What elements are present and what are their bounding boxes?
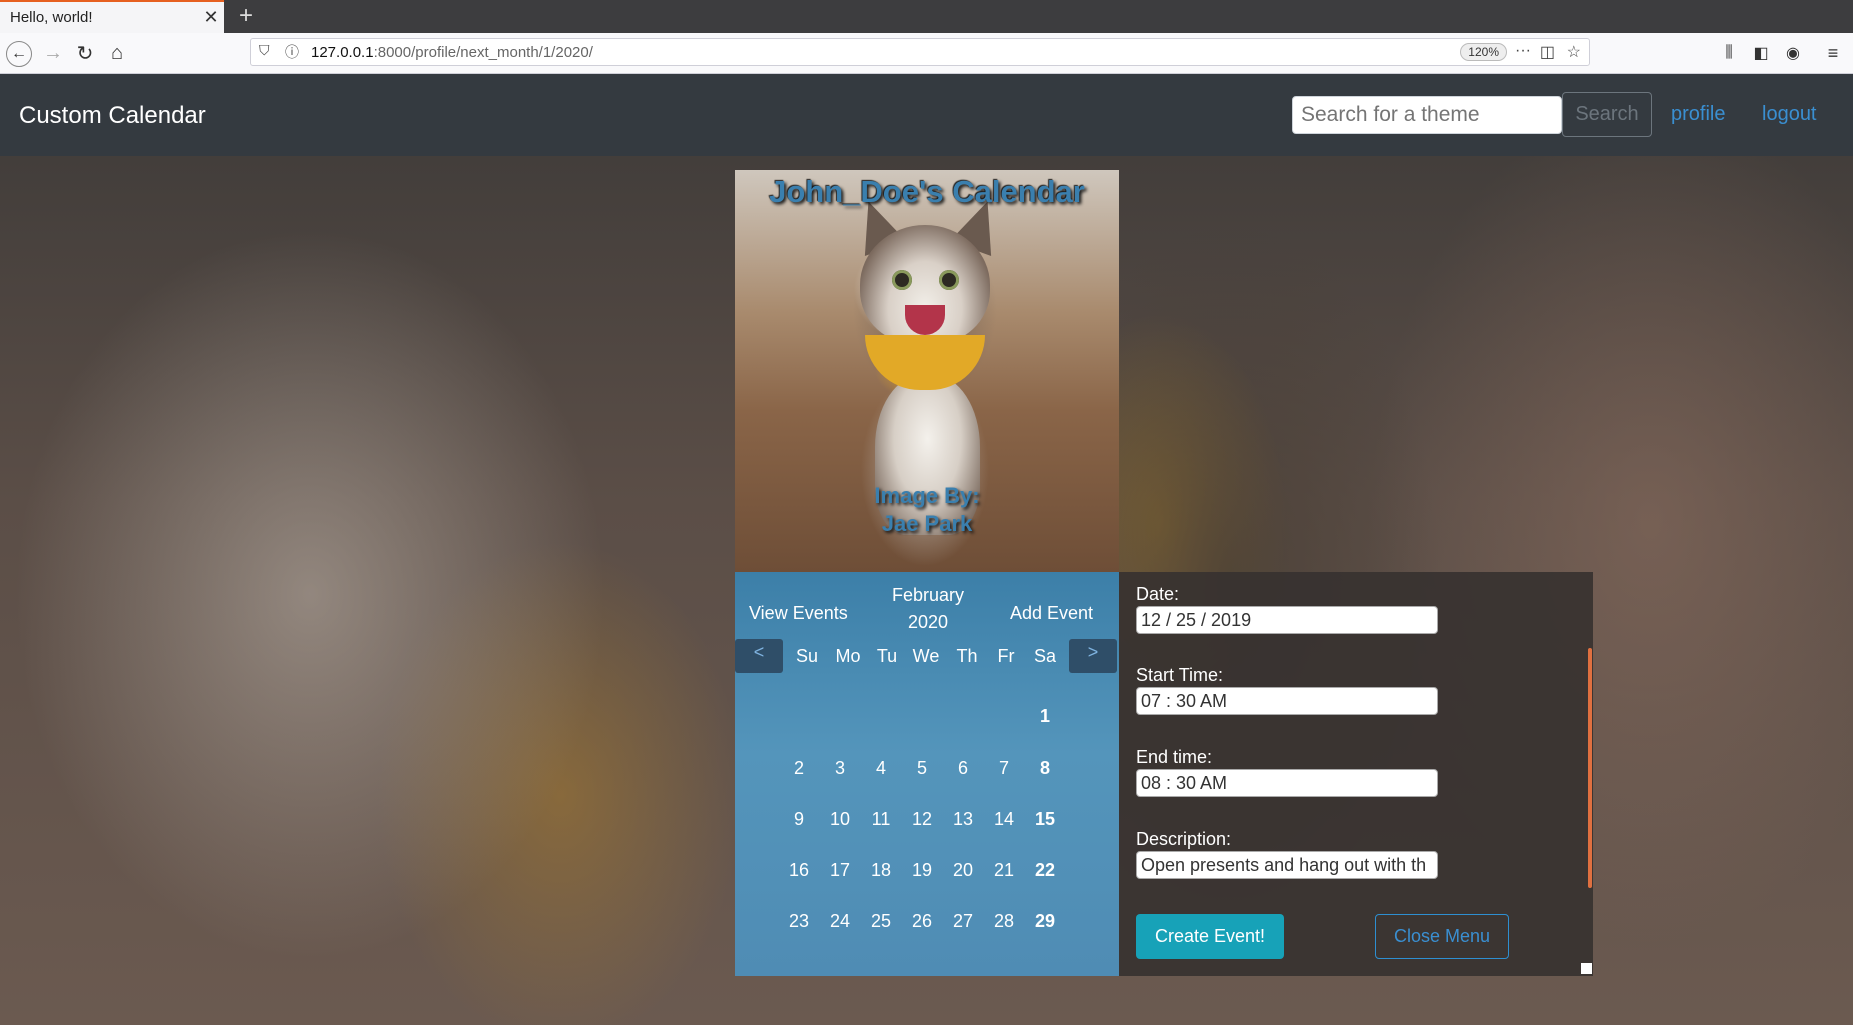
start-time-label: Start Time:	[1136, 665, 1224, 685]
tab-close-icon[interactable]: ✕	[198, 7, 224, 28]
search-button[interactable]: Search	[1562, 92, 1652, 137]
calendar-day[interactable]: 8	[1026, 758, 1064, 779]
calendar-day[interactable]: 4	[862, 758, 900, 779]
calendar-day[interactable]: 1	[1026, 706, 1064, 727]
url-host: 127.0.0.1	[311, 44, 374, 61]
calendar-day[interactable]: 13	[944, 809, 982, 830]
calendar-card: John_Doe's Calendar Image By: Jae Park V…	[735, 170, 1119, 976]
site-navbar: Custom Calendar Search profile logout	[0, 74, 1853, 156]
next-month-button[interactable]: >	[1069, 639, 1117, 673]
more-icon[interactable]: ···	[1515, 42, 1531, 60]
weekday-label: Mo	[835, 646, 861, 666]
brand-title[interactable]: Custom Calendar	[19, 102, 206, 130]
browser-toolbar: ← → ↻ ⌂ ⛉ ⓘ 127.0.0.1:8000/profile/next_…	[0, 33, 1853, 74]
end-time-label: End time:	[1136, 747, 1213, 767]
back-icon[interactable]: ←	[6, 41, 32, 67]
start-time-field[interactable]: 07 : 30 AM	[1136, 687, 1438, 715]
zoom-badge[interactable]: 120%	[1460, 43, 1507, 61]
url-path: :8000/profile/next_month/1/2020/	[373, 44, 593, 61]
description-label: Description:	[1136, 829, 1232, 849]
new-tab-icon[interactable]: +	[232, 2, 260, 30]
calendar-title: John_Doe's Calendar	[769, 174, 1085, 209]
account-icon[interactable]: ◉	[1780, 40, 1806, 66]
home-icon[interactable]: ⌂	[104, 40, 130, 66]
pocket-icon[interactable]: ◫	[1540, 42, 1555, 62]
calendar-day[interactable]: 12	[903, 809, 941, 830]
shield-icon[interactable]: ⛉	[259, 42, 270, 59]
browser-tab[interactable]: Hello, world! ✕	[0, 0, 224, 33]
calendar-day[interactable]: 29	[1026, 911, 1064, 932]
calendar-day[interactable]: 18	[862, 860, 900, 881]
end-time-field[interactable]: 08 : 30 AM	[1136, 769, 1438, 797]
credit-label: Image By:	[874, 483, 980, 508]
month-label: February	[891, 585, 965, 605]
calendar-day[interactable]: 9	[780, 809, 818, 830]
weekday-label: Tu	[876, 646, 898, 666]
page-background: Custom Calendar Search profile logout Jo…	[0, 74, 1853, 1025]
sidebar-icon[interactable]: ◧	[1748, 40, 1774, 66]
weekday-label: We	[912, 646, 940, 666]
description-field[interactable]: Open presents and hang out with th	[1136, 851, 1438, 879]
view-events-link[interactable]: View Events	[749, 603, 848, 624]
calendar-day[interactable]: 15	[1026, 809, 1064, 830]
calendar-panel: View Events February 2020 Add Event < > …	[735, 572, 1119, 976]
weekday-label: Fr	[997, 646, 1015, 666]
add-event-link[interactable]: Add Event	[1010, 603, 1093, 624]
menu-icon[interactable]: ≡	[1820, 40, 1846, 66]
calendar-day[interactable]: 24	[821, 911, 859, 932]
cat-photo: John_Doe's Calendar Image By: Jae Park	[735, 170, 1119, 572]
image-credit: Image By: Jae Park	[735, 482, 1119, 538]
calendar-day[interactable]: 22	[1026, 860, 1064, 881]
resize-handle[interactable]	[1581, 963, 1592, 974]
calendar-day[interactable]: 14	[985, 809, 1023, 830]
credit-author: Jae Park	[881, 511, 973, 536]
calendar-day[interactable]: 5	[903, 758, 941, 779]
create-event-button[interactable]: Create Event!	[1136, 914, 1284, 959]
logout-link[interactable]: logout	[1762, 103, 1817, 126]
year-label: 2020	[907, 612, 949, 632]
calendar-day[interactable]: 26	[903, 911, 941, 932]
form-scrollbar[interactable]	[1588, 648, 1592, 888]
calendar-day[interactable]: 23	[780, 911, 818, 932]
calendar-day[interactable]: 25	[862, 911, 900, 932]
weekday-label: Th	[956, 646, 978, 666]
info-icon[interactable]: ⓘ	[285, 42, 299, 62]
calendar-day[interactable]: 6	[944, 758, 982, 779]
calendar-day[interactable]: 11	[862, 809, 900, 830]
calendar-day[interactable]: 2	[780, 758, 818, 779]
url-bar[interactable]: ⛉ ⓘ 127.0.0.1:8000/profile/next_month/1/…	[250, 38, 1590, 66]
date-field[interactable]: 12 / 25 / 2019	[1136, 606, 1438, 634]
calendar-day[interactable]: 16	[780, 860, 818, 881]
bookmark-star-icon[interactable]: ☆	[1567, 42, 1581, 62]
calendar-day[interactable]: 20	[944, 860, 982, 881]
reload-icon[interactable]: ↻	[72, 40, 98, 66]
weekday-label: Su	[795, 646, 819, 666]
calendar-day[interactable]: 10	[821, 809, 859, 830]
url-text[interactable]: 127.0.0.1:8000/profile/next_month/1/2020…	[311, 44, 593, 61]
calendar-day[interactable]: 7	[985, 758, 1023, 779]
weekday-label: Sa	[1033, 646, 1057, 666]
profile-link[interactable]: profile	[1671, 103, 1725, 126]
browser-tab-bar: Hello, world! ✕ +	[0, 0, 1853, 33]
prev-month-button[interactable]: <	[735, 639, 783, 673]
close-menu-button[interactable]: Close Menu	[1375, 914, 1509, 959]
month-year-label: February 2020	[885, 582, 971, 636]
calendar-day[interactable]: 3	[821, 758, 859, 779]
add-event-form: Date: 12 / 25 / 2019 Start Time: 07 : 30…	[1119, 572, 1593, 976]
tab-title: Hello, world!	[10, 9, 93, 26]
date-label: Date:	[1136, 584, 1180, 604]
forward-icon[interactable]: →	[40, 40, 66, 66]
calendar-day[interactable]: 27	[944, 911, 982, 932]
calendar-day[interactable]: 21	[985, 860, 1023, 881]
calendar-day[interactable]: 17	[821, 860, 859, 881]
calendar-day[interactable]: 28	[985, 911, 1023, 932]
library-icon[interactable]: ⫼	[1716, 40, 1742, 66]
theme-search-input[interactable]	[1292, 96, 1562, 134]
calendar-day[interactable]: 19	[903, 860, 941, 881]
